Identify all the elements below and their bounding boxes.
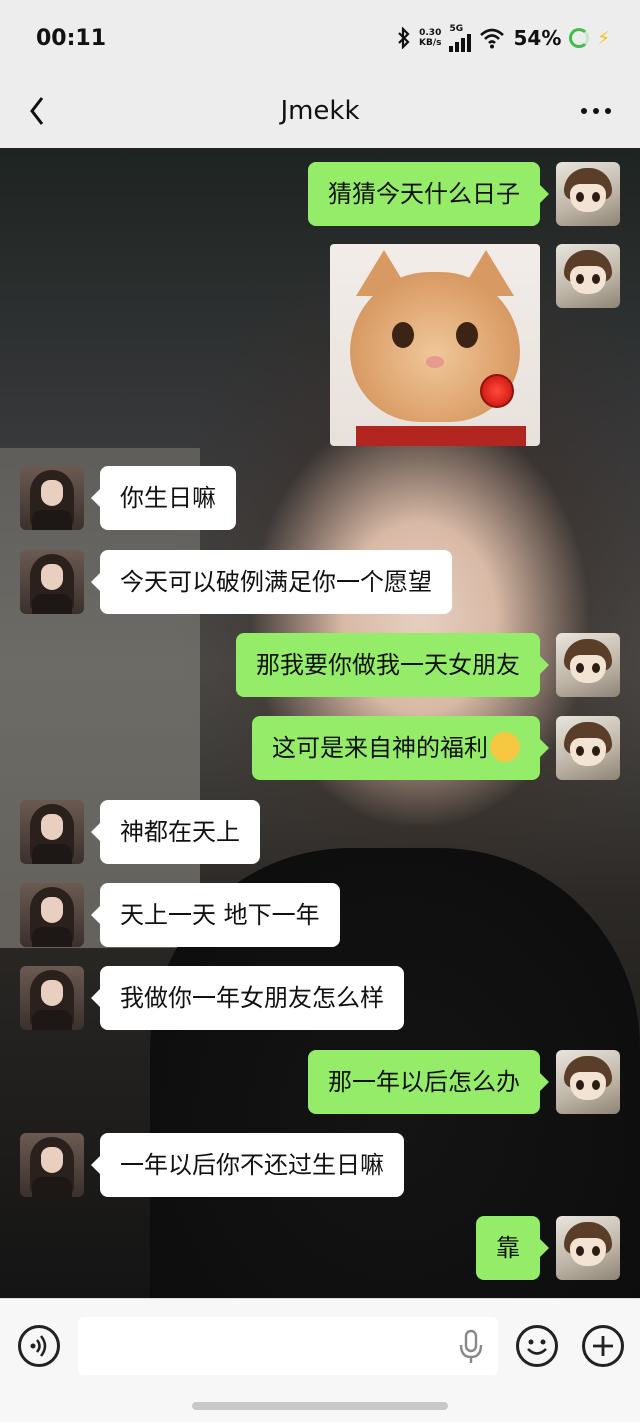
network-speed-value: 0.30 (419, 28, 442, 38)
message-bubble[interactable]: 这可是来自神的福利 (252, 716, 549, 780)
chat-header: Jmekk (0, 78, 640, 148)
message-bubble[interactable]: 神都在天上 (91, 800, 260, 864)
message-bubble[interactable]: 天上一天 地下一年 (91, 883, 340, 947)
network-type: 5G (449, 24, 464, 34)
network-speed-unit: KB/s (419, 38, 442, 48)
my-avatar[interactable] (556, 1216, 620, 1280)
more-options-button[interactable] (578, 96, 614, 126)
message-bubble[interactable]: 你生日嘛 (91, 466, 236, 530)
battery-ring-icon (569, 28, 590, 48)
message-outgoing: 这可是来自神的福利 (252, 716, 620, 780)
message-incoming: 你生日嘛 (20, 466, 236, 530)
my-avatar[interactable] (556, 716, 620, 780)
plus-icon (593, 1336, 613, 1356)
chat-message-list[interactable]: 猜猜今天什么日子 你生日嘛 今天可以破例满足你一个愿望 那我要你做我一天女朋友 (0, 148, 640, 1298)
message-bubble[interactable]: 我做你一年女朋友怎么样 (91, 966, 404, 1030)
status-icons: 0.30 KB/s 5G 54% ⚡ (397, 24, 610, 52)
message-bubble[interactable]: 那我要你做我一天女朋友 (236, 633, 549, 697)
status-time: 00:11 (36, 26, 107, 51)
message-bubble[interactable]: 靠 (476, 1216, 549, 1280)
contact-avatar[interactable] (20, 466, 84, 530)
contact-avatar[interactable] (20, 800, 84, 864)
message-text: 这可是来自神的福利 (272, 734, 488, 762)
message-incoming: 神都在天上 (20, 800, 260, 864)
signal-bars-icon (449, 34, 472, 52)
my-avatar[interactable] (556, 162, 620, 226)
message-incoming: 今天可以破例满足你一个愿望 (20, 550, 452, 614)
message-outgoing: 那我要你做我一天女朋友 (236, 633, 620, 697)
microphone-icon[interactable] (458, 1329, 484, 1365)
cat-with-rose-sticker[interactable] (330, 244, 540, 446)
cell-signal: 5G (449, 24, 472, 52)
contact-avatar[interactable] (20, 966, 84, 1030)
smiley-icon (527, 1339, 547, 1355)
message-bubble[interactable]: 那一年以后怎么办 (308, 1050, 549, 1114)
message-incoming: 一年以后你不还过生日嘛 (20, 1133, 404, 1197)
message-outgoing: 靠 (476, 1216, 620, 1280)
message-bubble[interactable]: 今天可以破例满足你一个愿望 (91, 550, 452, 614)
my-avatar[interactable] (556, 1050, 620, 1114)
network-speed: 0.30 KB/s (419, 28, 441, 48)
status-bar: 00:11 0.30 KB/s 5G 54% ⚡ (0, 0, 640, 78)
message-incoming: 天上一天 地下一年 (20, 883, 340, 947)
voice-mode-button[interactable] (18, 1325, 60, 1367)
voice-wave-icon (30, 1335, 47, 1357)
message-bubble[interactable]: 一年以后你不还过生日嘛 (91, 1133, 404, 1197)
ellipsis-icon (581, 108, 611, 114)
chat-title: Jmekk (280, 96, 360, 126)
my-avatar[interactable] (556, 244, 620, 308)
message-incoming: 我做你一年女朋友怎么样 (20, 966, 404, 1030)
message-text-input[interactable] (78, 1317, 498, 1375)
my-avatar[interactable] (556, 633, 620, 697)
contact-avatar[interactable] (20, 883, 84, 947)
home-indicator[interactable] (192, 1402, 448, 1410)
contact-avatar[interactable] (20, 1133, 84, 1197)
bluetooth-icon (398, 27, 410, 49)
more-functions-button[interactable] (582, 1325, 624, 1367)
message-outgoing: 猜猜今天什么日子 (308, 162, 620, 226)
message-outgoing: 那一年以后怎么办 (308, 1050, 620, 1114)
contact-avatar[interactable] (20, 550, 84, 614)
message-outgoing-sticker (330, 244, 620, 446)
message-bubble[interactable]: 猜猜今天什么日子 (308, 162, 549, 226)
emoji-button[interactable] (516, 1325, 558, 1367)
battery-percentage: 54% (513, 26, 562, 50)
charging-bolt-icon: ⚡ (597, 27, 610, 49)
wifi-icon (480, 28, 505, 49)
smirk-emoji-icon (490, 732, 520, 762)
